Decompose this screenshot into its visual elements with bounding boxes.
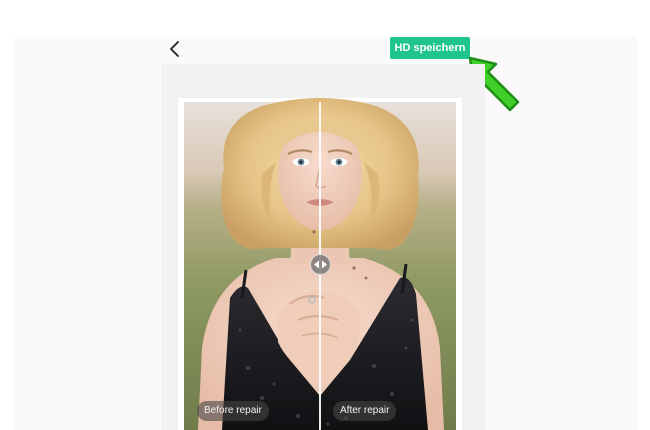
back-button[interactable]	[163, 36, 187, 62]
after-repair-label: After repair	[333, 401, 397, 421]
left-right-arrows-icon	[314, 260, 327, 269]
chevron-left-icon	[170, 41, 179, 57]
comparison-slider-handle[interactable]	[310, 254, 331, 275]
before-repair-label: Before repair	[197, 401, 269, 421]
hd-save-button[interactable]: HD speichern	[390, 37, 470, 59]
app-screen: HD speichern Before repair After repair	[0, 0, 650, 430]
